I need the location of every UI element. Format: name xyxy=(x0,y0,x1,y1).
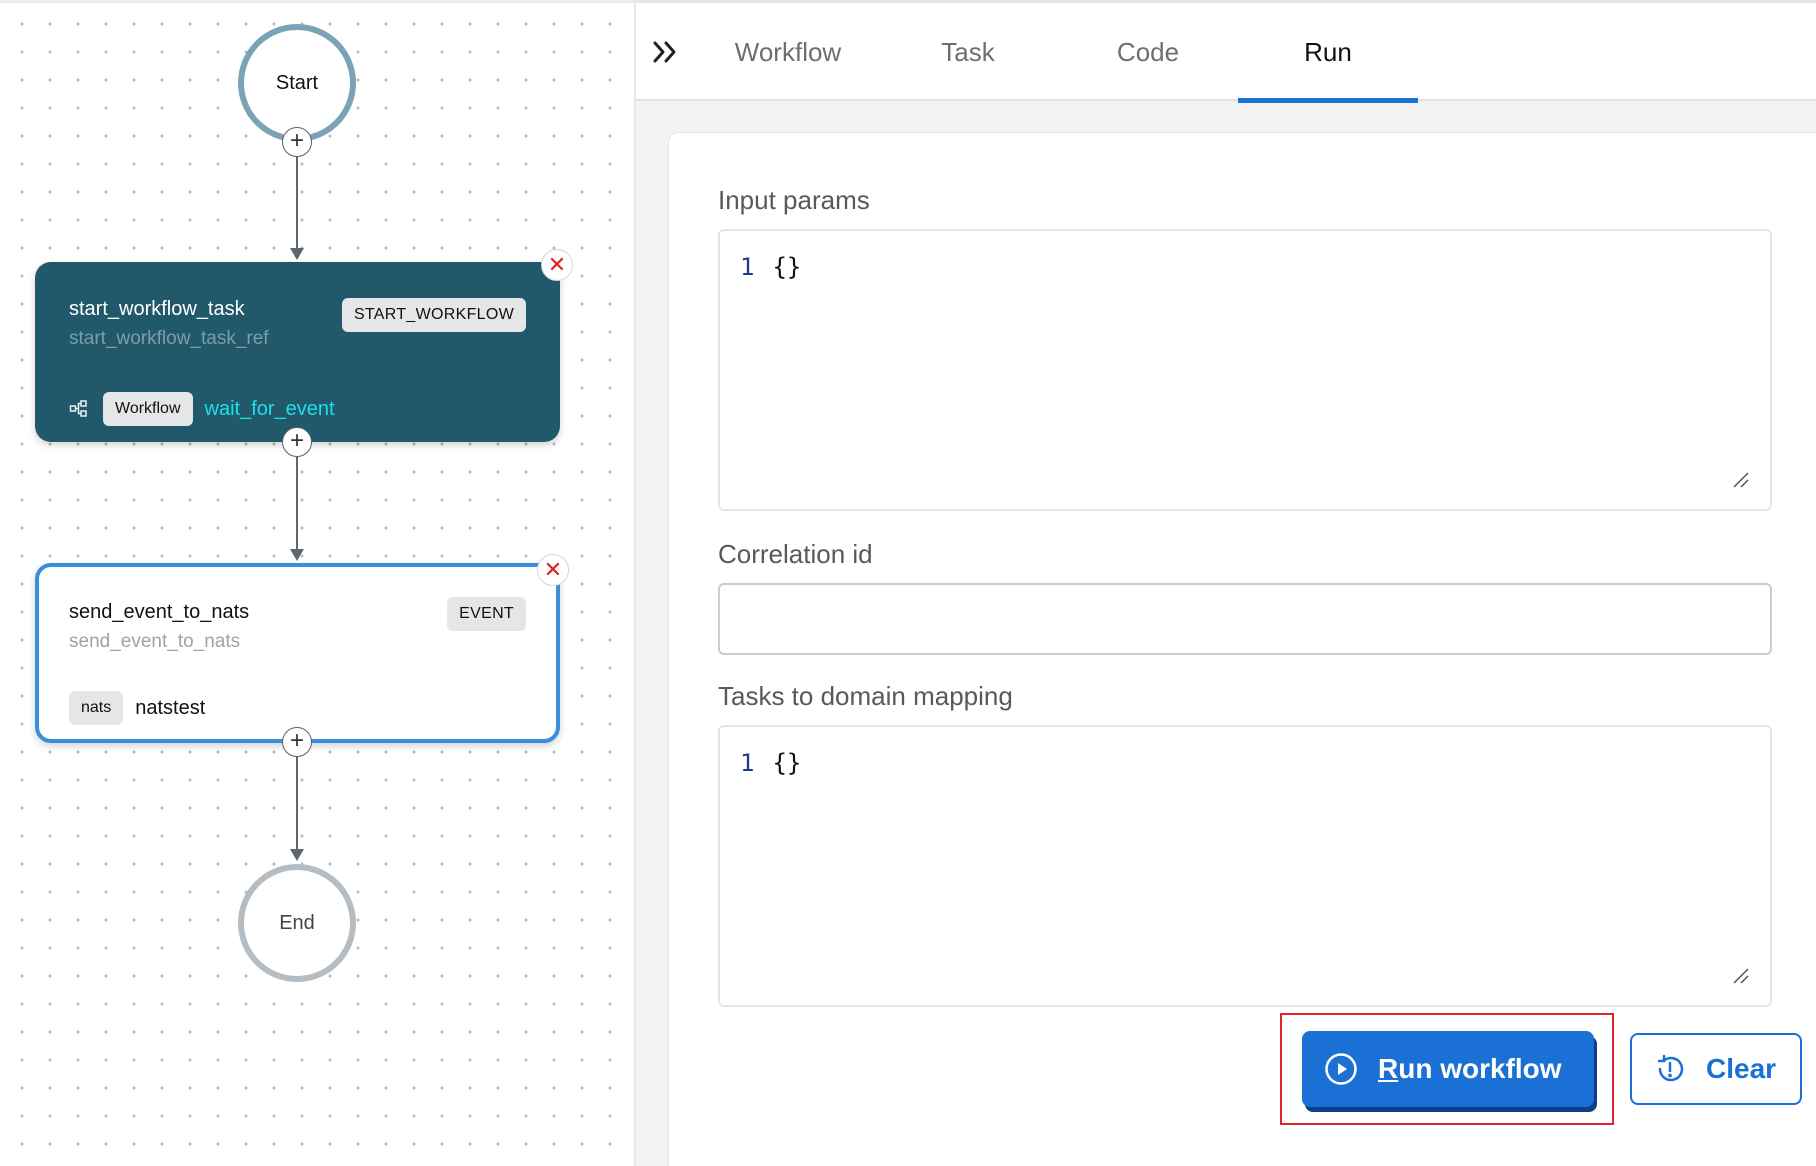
subworkflow-icon xyxy=(69,399,89,419)
add-task-button[interactable]: + xyxy=(282,127,312,157)
subworkflow-link[interactable]: wait_for_event xyxy=(205,398,335,421)
tab-task[interactable]: Task xyxy=(878,3,1058,101)
canvas-top-border xyxy=(0,0,634,3)
edge-connector xyxy=(296,757,298,851)
run-workflow-label: Run workflow xyxy=(1378,1053,1562,1084)
history-reset-icon xyxy=(1654,1053,1686,1085)
resize-handle-icon[interactable] xyxy=(1732,471,1750,489)
tab-label: Workflow xyxy=(734,36,842,67)
tab-label: Run xyxy=(1304,36,1352,67)
code-text: {} xyxy=(772,749,802,777)
plus-icon: + xyxy=(289,127,304,154)
sink-badge: nats xyxy=(69,691,124,725)
task-name: start_workflow_task xyxy=(69,298,245,320)
task-name: send_event_to_nats xyxy=(69,601,250,623)
tab-code[interactable]: Code xyxy=(1058,3,1238,101)
clear-label: Clear xyxy=(1706,1053,1777,1084)
input-params-editor[interactable]: 1 {} xyxy=(718,229,1772,511)
task-ref-name: start_workflow_task_ref xyxy=(69,328,269,349)
resize-handle-icon[interactable] xyxy=(1732,967,1750,985)
double-chevron-right-icon[interactable] xyxy=(650,37,684,67)
tab-workflow[interactable]: Workflow xyxy=(698,3,878,101)
plus-icon: + xyxy=(289,727,304,754)
remove-task-button[interactable]: ✕ xyxy=(541,249,573,281)
arrow-down-icon xyxy=(290,849,304,861)
accelerator-key: R xyxy=(1378,1053,1399,1084)
task-type-badge: START_WORKFLOW xyxy=(341,298,526,332)
task-type-badge: EVENT xyxy=(447,597,526,631)
add-task-button[interactable]: + xyxy=(282,427,312,457)
sink-value: natstest xyxy=(135,696,206,719)
end-node-label: End xyxy=(279,911,315,934)
line-number: 1 xyxy=(740,253,755,281)
correlation-id-input[interactable] xyxy=(718,583,1772,655)
add-task-button[interactable]: + xyxy=(282,727,312,757)
remove-task-button[interactable]: ✕ xyxy=(537,554,569,586)
plus-icon: + xyxy=(289,427,304,454)
input-params-label: Input params xyxy=(718,185,870,215)
side-panel: Workflow Task Code Run Input params 1 {} … xyxy=(636,0,1816,1166)
run-workflow-button[interactable]: Run workflow xyxy=(1302,1031,1594,1107)
event-sink-row: nats natstest xyxy=(69,691,205,725)
task-node-start-workflow[interactable]: ✕ start_workflow_task start_workflow_tas… xyxy=(35,249,573,442)
tab-label: Code xyxy=(1116,36,1180,67)
end-node[interactable]: End xyxy=(238,864,356,982)
start-node-label: Start xyxy=(275,71,319,94)
task-ref-name: send_event_to_nats xyxy=(69,631,241,652)
edge-connector xyxy=(296,157,298,250)
close-icon: ✕ xyxy=(543,557,563,582)
start-node[interactable]: Start xyxy=(238,24,356,142)
clear-button[interactable]: Clear xyxy=(1630,1033,1802,1105)
workflow-canvas[interactable]: Start + ✕ start_workflow_task start_work… xyxy=(0,0,634,1166)
play-circle-icon xyxy=(1324,1052,1358,1086)
tab-run[interactable]: Run xyxy=(1238,3,1418,103)
subworkflow-row: Workflow wait_for_event xyxy=(69,392,335,426)
code-text: {} xyxy=(772,253,802,281)
tab-bar: Workflow Task Code Run xyxy=(636,3,1816,103)
task-domain-mapping-label: Tasks to domain mapping xyxy=(718,681,1013,711)
line-number: 1 xyxy=(740,749,755,777)
task-node-send-event[interactable]: ✕ send_event_to_nats send_event_to_nats … xyxy=(35,554,569,743)
task-domain-mapping-editor[interactable]: 1 {} xyxy=(718,725,1772,1007)
code-line: 1 {} xyxy=(740,253,801,281)
arrow-down-icon xyxy=(290,549,304,561)
subworkflow-badge: Workflow xyxy=(103,392,193,426)
arrow-down-icon xyxy=(290,248,304,260)
edge-connector xyxy=(296,457,298,551)
close-icon: ✕ xyxy=(547,252,567,277)
tab-label: Task xyxy=(941,36,995,67)
run-form: Input params 1 {} Correlation id Tasks to… xyxy=(668,132,1816,1166)
correlation-id-label: Correlation id xyxy=(718,539,873,569)
code-line: 1 {} xyxy=(740,749,801,777)
